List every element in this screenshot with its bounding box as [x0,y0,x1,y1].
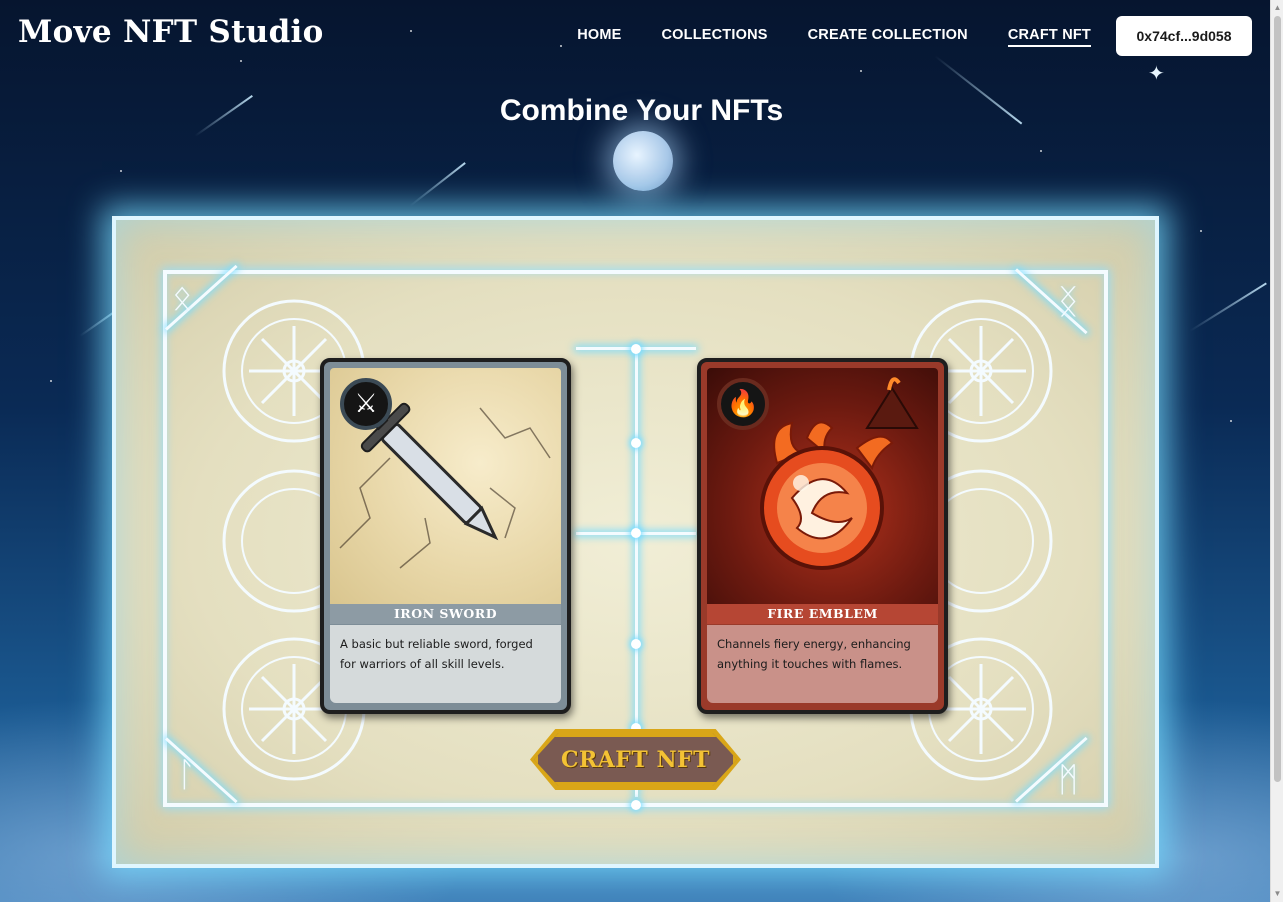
star [1230,420,1232,422]
star [1040,150,1042,152]
card-name: IRON SWORD [330,604,561,624]
board-node [631,344,641,354]
board-node [631,438,641,448]
scroll-up-arrow-icon[interactable]: ▲ [1273,3,1282,12]
board-node [631,528,641,538]
scrollbar-thumb[interactable] [1274,16,1281,782]
nft-card-fire-emblem[interactable]: 🔥 FIRE EMBLEM Channels fiery energy, enh… [697,358,948,714]
board-node [631,639,641,649]
crossed-swords-icon: ⚔ [340,378,392,430]
corner-rune-icon: ᛝ [1058,282,1079,322]
star [50,380,52,382]
page-scrollbar[interactable]: ▲ ▼ [1270,0,1283,902]
moon-orb [613,131,673,191]
corner-rune-icon: ᛚ [176,755,197,795]
nav-collections-link[interactable]: COLLECTIONS [662,27,768,47]
page-title: Combine Your NFTs [499,94,784,127]
card-artwork: ⚔ [330,368,561,606]
nav-home-link[interactable]: HOME [577,27,621,47]
wallet-address-button[interactable]: 0x74cf...9d058 [1116,16,1252,56]
scroll-down-arrow-icon[interactable]: ▼ [1273,889,1282,898]
main-nav: HOME COLLECTIONS CREATE COLLECTION CRAFT… [577,27,1091,47]
board-node [631,800,641,810]
app-logo[interactable]: Move NFT Studio [18,14,324,50]
card-description: A basic but reliable sword, forged for w… [330,625,561,703]
top-header: Move NFT Studio HOME COLLECTIONS CREATE … [0,0,1283,72]
card-description: Channels fiery energy, enhancing anythin… [707,625,938,703]
corner-rune-icon: ᛗ [1058,760,1079,800]
craft-button-label: CRAFT NFT [560,746,711,773]
card-name: FIRE EMBLEM [707,604,938,624]
corner-rune-icon: ᛟ [172,278,193,318]
craft-nft-button[interactable]: CRAFT NFT [534,733,737,786]
nav-create-collection-link[interactable]: CREATE COLLECTION [808,27,968,47]
nav-craft-nft-link[interactable]: CRAFT NFT [1007,27,1091,47]
card-artwork: 🔥 [707,368,938,606]
nft-card-iron-sword[interactable]: ⚔ IRON SWORD A basic but reliable sword,… [320,358,571,714]
flame-icon: 🔥 [717,378,769,430]
star [1200,230,1202,232]
star [120,170,122,172]
